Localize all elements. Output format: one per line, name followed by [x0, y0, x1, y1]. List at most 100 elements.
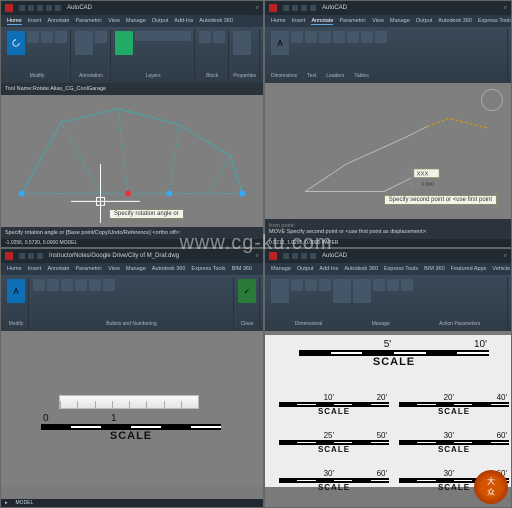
quick-access-toolbar[interactable]	[19, 5, 61, 11]
dynamic-input-tooltip[interactable]: Specify second point or <use first point	[384, 195, 497, 205]
rotate-icon[interactable]	[7, 31, 25, 55]
panel-block: Block	[196, 29, 229, 81]
autocad-window-rotate: AutoCAD ⌕ Home Insert Annotate Parametri…	[0, 0, 264, 248]
search-box[interactable]: ⌕	[98, 5, 259, 12]
command-line[interactable]: Specify rotation angle or [Base point/Co…	[1, 227, 263, 239]
model-space[interactable]: Specify rotation angle or	[1, 95, 263, 227]
line-spacing-icon[interactable]	[61, 279, 73, 291]
model-space[interactable]: 0 1 SCALE	[1, 331, 263, 487]
panel-dimensional: Dimensional Manage Action Parameters	[268, 277, 508, 329]
panel-modify: A Dimensions Text Leaders Tables	[268, 29, 508, 81]
edit-block-icon[interactable]	[213, 31, 225, 43]
app-menu-icon[interactable]	[5, 252, 13, 260]
ribbon-tabs[interactable]: Home Insert Annotate Parametric View Man…	[265, 15, 511, 27]
search-box[interactable]: ⌕	[185, 253, 259, 260]
window-title: AutoCAD	[67, 5, 92, 11]
stretch-icon[interactable]	[55, 31, 67, 43]
close-editor-icon[interactable]: ✓	[238, 279, 256, 303]
layer-properties-icon[interactable]	[115, 31, 133, 55]
app-menu-icon[interactable]	[269, 4, 277, 12]
tab-view[interactable]: View	[108, 18, 120, 24]
tab-360[interactable]: Autodesk 360	[199, 18, 233, 24]
angular-constraint-icon[interactable]	[305, 279, 317, 291]
insert-block-icon[interactable]	[199, 31, 211, 43]
dim-icon[interactable]	[95, 31, 107, 43]
tab-parametric[interactable]: Parametric	[75, 18, 102, 24]
status-bar: 0.5212, 1.0296, 0.0000 PAPER	[265, 239, 511, 247]
bullets-icon[interactable]	[47, 279, 59, 291]
center-mark-icon[interactable]	[333, 31, 345, 43]
leader-icon[interactable]	[305, 31, 317, 43]
tab-output[interactable]: Output	[152, 18, 169, 24]
linear-constraint-icon[interactable]	[271, 279, 289, 303]
scale-tick-right: 1	[111, 413, 117, 424]
move-action-icon[interactable]	[387, 279, 399, 291]
panel-label: Modify	[7, 73, 67, 79]
tab-insert[interactable]: Insert	[28, 18, 42, 24]
aligned-constraint-icon[interactable]	[291, 279, 303, 291]
tab-addins[interactable]: Add-Ins	[174, 18, 193, 24]
tab-home[interactable]: Home	[7, 18, 22, 25]
grip-icon	[166, 191, 172, 197]
text-ruler[interactable]	[59, 395, 199, 409]
move-icon[interactable]	[27, 31, 39, 43]
status-bar: ▸ MODEL	[1, 499, 263, 507]
autocad-window-scalebars: AutoCAD ⌕ Manage Output Add-Ins Autodesk…	[264, 248, 512, 508]
table-icon[interactable]	[319, 31, 331, 43]
authoring-palettes-icon[interactable]	[353, 279, 371, 303]
scale-bar-20-40: 20'40' SCALE	[399, 393, 509, 416]
quick-access-toolbar[interactable]	[19, 253, 43, 259]
scale-bar-30-60b: 30'60' SCALE	[279, 469, 389, 492]
multiline-text-icon[interactable]: A	[271, 31, 289, 55]
text-icon[interactable]	[75, 31, 93, 55]
title-bar: AutoCAD ⌕	[265, 249, 511, 263]
columns-icon[interactable]	[75, 279, 87, 291]
panel-annotation: Annotation	[72, 29, 111, 81]
panel-text-editor: A Modify	[4, 277, 29, 329]
constraint-settings-icon[interactable]	[319, 279, 331, 291]
text-style-icon[interactable]: A	[7, 279, 25, 303]
paper-space[interactable]: XXX 0.000 Specify second point or <use f…	[265, 83, 511, 227]
attribute-icon[interactable]	[401, 279, 413, 291]
tab-annotate[interactable]: Annotate	[47, 18, 69, 24]
ribbon-tabs[interactable]: Home Insert Annotate Parametric View Man…	[1, 15, 263, 27]
ribbon: Dimensional Manage Action Parameters	[265, 275, 511, 331]
search-box[interactable]: ⌕	[353, 5, 507, 12]
symbol-icon[interactable]	[89, 279, 101, 291]
app-menu-icon[interactable]	[5, 4, 13, 12]
scale-tick-left: 0	[43, 413, 49, 424]
dynamic-input-tooltip[interactable]: Specify rotation angle or	[109, 209, 184, 219]
tab-manage[interactable]: Manage	[126, 18, 146, 24]
quick-access-toolbar[interactable]	[283, 253, 316, 259]
autocad-window-scalebar-single: InstructorNotes/Google Drive/City of M_D…	[0, 248, 264, 508]
panel-paragraph: Bullets and Numbering	[30, 277, 234, 329]
paper-space[interactable]: 5' 10' SCALE 10'20' SCALE 20'40' SCALE 2…	[265, 335, 511, 487]
cursor-readout: XXX	[417, 172, 429, 178]
match-props-icon[interactable]	[233, 31, 251, 55]
panel-properties: Properties	[230, 29, 260, 81]
field-icon[interactable]	[103, 279, 115, 291]
autocad-window-move: AutoCAD ⌕ Home Insert Annotate Parametri…	[264, 0, 512, 248]
copy-icon[interactable]	[41, 31, 53, 43]
scale-list-icon[interactable]	[375, 31, 387, 43]
command-line[interactable]: from point: MOVE Specify second point or…	[265, 219, 511, 239]
viewcube-icon[interactable]	[481, 89, 503, 111]
svg-text:0.000: 0.000	[422, 182, 435, 188]
scale-bar-large: 5' 10' SCALE	[299, 339, 489, 368]
scale-label: SCALE	[110, 430, 152, 442]
point-icon[interactable]	[373, 279, 385, 291]
justify-icon[interactable]	[33, 279, 45, 291]
search-box[interactable]: ⌕	[353, 253, 507, 260]
ribbon: A Dimensions Text Leaders Tables	[265, 27, 511, 83]
dimension-icon[interactable]	[291, 31, 303, 43]
app-menu-icon[interactable]	[269, 252, 277, 260]
ribbon-tabs[interactable]: Home Insert Annotate Parametric View Man…	[1, 263, 263, 275]
ribbon-tabs[interactable]: Manage Output Add-Ins Autodesk 360 Expre…	[265, 263, 511, 275]
quick-access-toolbar[interactable]	[283, 5, 316, 11]
wipeout-icon[interactable]	[347, 31, 359, 43]
scale-bar-25-50: 25'50' SCALE	[279, 431, 389, 454]
revision-cloud-icon[interactable]	[361, 31, 373, 43]
scale-bar-30-60a: 30'60' SCALE	[399, 431, 509, 454]
layer-dropdown[interactable]	[135, 31, 191, 41]
parameters-manager-icon[interactable]	[333, 279, 351, 303]
